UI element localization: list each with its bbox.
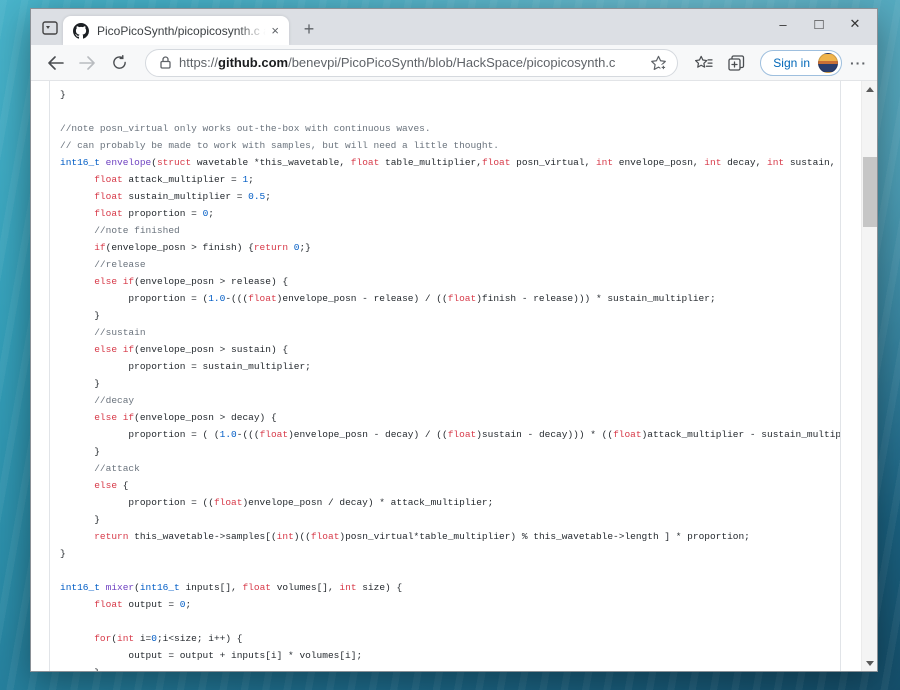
scrollbar-up-button[interactable] bbox=[862, 82, 877, 96]
code-line bbox=[60, 562, 840, 579]
add-favorite-button[interactable] bbox=[650, 55, 667, 71]
tab-actions-icon bbox=[42, 21, 58, 35]
toolbar-right-icons: Sign in ··· bbox=[686, 49, 867, 77]
avatar bbox=[818, 53, 838, 73]
code-line: int16_t mixer(int16_t inputs[], float vo… bbox=[60, 579, 840, 596]
code-line: float sustain_multiplier = 0.5; bbox=[60, 188, 840, 205]
code-line: for(int i=0;i<size; i++) { bbox=[60, 630, 840, 647]
code-line: //decay bbox=[60, 392, 840, 409]
favorites-star-icon bbox=[695, 55, 713, 71]
code-line: } bbox=[60, 443, 840, 460]
desktop: PicoPicoSynth/picopicosynth.c at × + – □… bbox=[0, 0, 900, 690]
code-line: proportion = ( (1.0-(((float)envelope_po… bbox=[60, 426, 840, 443]
code-line: int16_t envelope(struct wavetable *this_… bbox=[60, 154, 840, 171]
code-line: } bbox=[60, 307, 840, 324]
back-arrow-icon bbox=[47, 56, 64, 70]
code-line: return this_wavetable->samples[(int)((fl… bbox=[60, 528, 840, 545]
code-line: proportion = (1.0-(((float)envelope_posn… bbox=[60, 290, 840, 307]
code-line: output = output + inputs[i] * volumes[i]… bbox=[60, 647, 840, 664]
forward-arrow-icon bbox=[79, 56, 96, 70]
code-line bbox=[60, 103, 840, 120]
scrollbar-down-button[interactable] bbox=[862, 656, 877, 670]
sign-in-label: Sign in bbox=[773, 56, 810, 70]
code-line: } bbox=[60, 511, 840, 528]
code-line: else { bbox=[60, 477, 840, 494]
settings-menu-button[interactable]: ··· bbox=[850, 55, 867, 71]
lock-icon bbox=[160, 56, 171, 69]
url-text: https://github.com/benevpi/PicoPicoSynth… bbox=[179, 55, 650, 70]
address-bar[interactable]: https://github.com/benevpi/PicoPicoSynth… bbox=[145, 49, 678, 77]
collections-icon bbox=[728, 55, 745, 71]
tab-close-icon[interactable]: × bbox=[269, 23, 281, 38]
code-line: //release bbox=[60, 256, 840, 273]
collections-button[interactable] bbox=[722, 49, 750, 77]
code-line: } bbox=[60, 86, 840, 103]
maximize-button[interactable]: □ bbox=[801, 9, 837, 39]
code-line: float proportion = 0; bbox=[60, 205, 840, 222]
back-button[interactable] bbox=[41, 49, 69, 77]
github-favicon-icon bbox=[73, 23, 89, 39]
tab-title: PicoPicoSynth/picopicosynth.c at bbox=[97, 24, 269, 38]
scrollbar-thumb[interactable] bbox=[863, 157, 877, 227]
favorites-button[interactable] bbox=[690, 49, 718, 77]
scroll-down-icon bbox=[866, 661, 874, 666]
sign-in-button[interactable]: Sign in bbox=[760, 50, 842, 76]
tab-actions-menu-button[interactable] bbox=[39, 18, 61, 38]
code-line: proportion = sustain_multiplier; bbox=[60, 358, 840, 375]
minimize-button[interactable]: – bbox=[765, 9, 801, 39]
forward-button[interactable] bbox=[73, 49, 101, 77]
code-line: else if(envelope_posn > sustain) { bbox=[60, 341, 840, 358]
code-line: float attack_multiplier = 1; bbox=[60, 171, 840, 188]
code-line: //sustain bbox=[60, 324, 840, 341]
refresh-icon bbox=[112, 55, 127, 70]
browser-tab[interactable]: PicoPicoSynth/picopicosynth.c at × bbox=[63, 16, 289, 45]
code-line: } bbox=[60, 375, 840, 392]
code-line: float output = 0; bbox=[60, 596, 840, 613]
browser-window: PicoPicoSynth/picopicosynth.c at × + – □… bbox=[30, 8, 878, 672]
page-content: } //note posn_virtual only works out-the… bbox=[31, 81, 877, 671]
code-line: else if(envelope_posn > release) { bbox=[60, 273, 840, 290]
new-tab-button[interactable]: + bbox=[297, 17, 321, 41]
titlebar: PicoPicoSynth/picopicosynth.c at × + – □… bbox=[31, 9, 877, 45]
code-line: if(envelope_posn > finish) {return 0;} bbox=[60, 239, 840, 256]
refresh-button[interactable] bbox=[105, 49, 133, 77]
code-line: //attack bbox=[60, 460, 840, 477]
code-blob: } //note posn_virtual only works out-the… bbox=[49, 81, 841, 671]
code-line: //note finished bbox=[60, 222, 840, 239]
toolbar: https://github.com/benevpi/PicoPicoSynth… bbox=[31, 45, 877, 81]
code-line: } bbox=[60, 545, 840, 562]
close-window-button[interactable]: ✕ bbox=[837, 9, 873, 39]
scroll-up-icon bbox=[866, 87, 874, 92]
code-lines: } //note posn_virtual only works out-the… bbox=[50, 81, 840, 671]
code-line bbox=[60, 613, 840, 630]
code-line: else if(envelope_posn > decay) { bbox=[60, 409, 840, 426]
code-line: // can probably be made to work with sam… bbox=[60, 137, 840, 154]
code-line: proportion = ((float)envelope_posn / dec… bbox=[60, 494, 840, 511]
vertical-scrollbar[interactable] bbox=[861, 81, 877, 671]
code-line: } bbox=[60, 664, 840, 671]
code-line: //note posn_virtual only works out-the-b… bbox=[60, 120, 840, 137]
window-controls: – □ ✕ bbox=[765, 9, 873, 39]
